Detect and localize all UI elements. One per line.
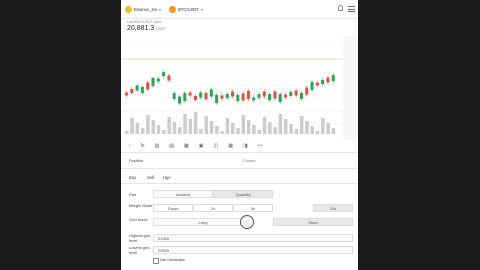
volume-bar xyxy=(209,121,214,134)
margin-2x[interactable]: 2x xyxy=(193,204,233,212)
highest-grid-input[interactable]: 21360 xyxy=(153,234,353,242)
divider xyxy=(121,152,358,153)
chart-tool-icon[interactable]: ◫ xyxy=(214,143,219,149)
binance-icon xyxy=(125,5,132,13)
volume-bar xyxy=(294,129,299,134)
volume-bar xyxy=(273,127,277,134)
chart-tool-icon[interactable]: ▦ xyxy=(184,143,189,149)
isolated-option[interactable]: Isolated xyxy=(153,190,213,198)
margin-10x[interactable]: 10x xyxy=(313,204,353,212)
margin-cross[interactable]: Cross xyxy=(153,204,193,212)
margin-5x[interactable]: 5x xyxy=(233,204,273,212)
chart-tool-icon[interactable]: ‹ xyxy=(129,143,131,149)
tab-sell[interactable]: Sell xyxy=(147,175,154,180)
chevron-down-icon: ▾ xyxy=(200,6,204,12)
exchange-selector[interactable]: Binance_sm ▾ xyxy=(125,5,161,13)
volume-bar xyxy=(215,126,219,134)
grid-mode-label: Grid Mode xyxy=(129,217,148,222)
highest-grid-value: 21360 xyxy=(158,235,170,241)
volume-bar xyxy=(315,131,320,134)
chart-tool-icon[interactable]: ◨ xyxy=(243,143,248,149)
volume-bar xyxy=(178,127,182,134)
volume-bar xyxy=(162,130,166,134)
price-chart[interactable] xyxy=(121,36,358,140)
last-price: 20,881.3 USDT xyxy=(127,25,166,32)
distribution-label: Use Distribution xyxy=(160,258,186,262)
volume-bar xyxy=(199,129,203,134)
volume-bar xyxy=(130,118,134,134)
tab-hedge[interactable]: Hge xyxy=(163,175,171,180)
volume-bar xyxy=(278,114,283,134)
divider xyxy=(121,183,358,184)
highest-grid-label: Highest grid level xyxy=(129,233,151,243)
volume-bar xyxy=(262,117,267,134)
volume-bar xyxy=(172,122,177,134)
chart-tool-icon[interactable]: ▦ xyxy=(228,143,233,149)
chart-tool-icon[interactable]: ▤ xyxy=(169,143,174,149)
pair-label: Pair xyxy=(129,192,137,197)
price-currency: USDT xyxy=(156,27,166,31)
volume-bar xyxy=(268,122,272,134)
price-label: Last BTC/USDT price xyxy=(127,20,162,24)
grid-short[interactable]: Short xyxy=(273,218,353,226)
bell-icon[interactable] xyxy=(338,5,343,11)
chart-tool-icon[interactable]: fx xyxy=(141,143,145,149)
chart-tool-icon[interactable]: ▥ xyxy=(155,143,160,149)
volume-bar xyxy=(156,125,161,134)
margin-label: Margin Mode xyxy=(129,203,153,208)
chart-tool-icon[interactable]: ↩ xyxy=(258,143,262,149)
volume-bar xyxy=(135,123,140,134)
lowest-grid-value: 20525 xyxy=(158,247,170,253)
lowest-grid-label: Lowest grid level xyxy=(129,245,150,255)
chart-toolbar: ‹ fx ▥ ▤ ▦ ▣ ◫ ▦ ◨ ↩ xyxy=(121,142,358,150)
volume-bar xyxy=(140,128,145,134)
cursor-touch-icon xyxy=(240,215,254,229)
mobile-screen: Binance_sm ▾ BTC/USDT ▾ Last BTC/USDT pr… xyxy=(121,0,358,270)
volume-bar xyxy=(193,112,198,134)
grid-long[interactable]: Long xyxy=(153,218,253,226)
volume-bar xyxy=(331,128,336,134)
volume-bar xyxy=(183,114,187,134)
price-value: 20,881.3 xyxy=(127,25,155,32)
volume-bar xyxy=(220,131,224,134)
distribution-checkbox[interactable] xyxy=(153,258,159,264)
volume-bar xyxy=(326,123,330,134)
volume-bar xyxy=(299,116,304,134)
volume-bar xyxy=(252,125,256,134)
chevron-down-icon: ▾ xyxy=(159,6,162,12)
price-panel: Last BTC/USDT price 20,881.3 USDT xyxy=(121,18,358,34)
volume-bar xyxy=(225,118,230,134)
volume-bar xyxy=(310,126,314,134)
volume-bar xyxy=(231,123,235,134)
quantity-option[interactable]: Quantity xyxy=(213,190,273,198)
pair-selector[interactable]: BTC/USDT ▾ xyxy=(169,5,203,13)
volume-bar xyxy=(125,131,129,134)
volume-bar xyxy=(236,128,240,134)
volume-bar xyxy=(241,115,246,134)
volume-bar xyxy=(305,121,309,134)
position-label: Position xyxy=(129,158,144,163)
divider xyxy=(121,168,358,169)
volume-bar xyxy=(204,116,208,134)
tab-buy[interactable]: Buy xyxy=(129,175,136,180)
volume-bar xyxy=(188,119,193,134)
lowest-grid-input[interactable]: 20525 xyxy=(153,246,353,254)
volume-bar xyxy=(167,117,171,134)
volume-bar xyxy=(257,130,261,134)
volume-bar xyxy=(289,124,293,134)
volume-bar xyxy=(246,120,251,134)
exchange-name: Binance_sm xyxy=(134,6,158,12)
chart-tool-icon[interactable]: ▣ xyxy=(199,143,204,149)
volume-bar xyxy=(321,118,325,134)
bitcoin-icon xyxy=(169,5,176,13)
volume-bar xyxy=(146,115,150,134)
top-bar: Binance_sm ▾ BTC/USDT ▾ xyxy=(121,0,358,19)
position-status: Closed xyxy=(243,158,256,163)
volume-bar xyxy=(151,120,155,134)
menu-icon[interactable] xyxy=(348,6,355,12)
pair-name: BTC/USDT xyxy=(178,6,199,12)
volume-bar xyxy=(284,119,288,134)
